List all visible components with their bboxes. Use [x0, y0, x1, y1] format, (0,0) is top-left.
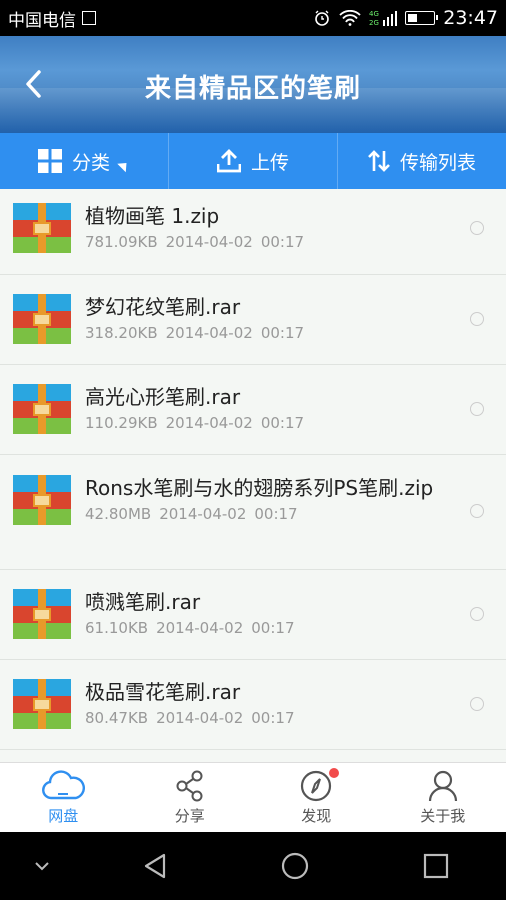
file-time: 00:17 — [260, 233, 305, 251]
file-date: 2014-04-02 — [165, 324, 253, 342]
signal-icon: 4G2G — [369, 10, 398, 27]
file-name: 高光心形笔刷.rar — [85, 385, 241, 409]
file-row[interactable]: 梦幻花纹笔刷.rar 318.20KB 2014-04-02 00:17 — [0, 275, 506, 365]
file-list: 植物画笔 1.zip 781.09KB 2014-04-02 00:17 梦幻花纹笔刷… — [0, 189, 506, 762]
file-date: 2014-04-02 — [165, 233, 253, 251]
person-icon — [428, 770, 457, 801]
compass-icon — [301, 770, 332, 801]
back-nav-button[interactable] — [84, 852, 225, 880]
upload-icon — [216, 149, 241, 173]
hide-keyboard-button[interactable] — [0, 861, 84, 871]
file-name: 梦幻花纹笔刷.rar — [85, 295, 241, 319]
file-row[interactable]: Rons水笔刷与水的翅膀系列PS笔刷.zip 42.80MB 2014-04-02 0… — [0, 455, 506, 570]
clock: 23:47 — [443, 7, 498, 29]
share-icon — [176, 770, 203, 801]
sim-icon — [82, 11, 96, 25]
file-row[interactable]: 喷溅笔刷.rar 61.10KB 2014-04-02 00:17 — [0, 570, 506, 660]
file-row[interactable]: 植物画笔 1.zip 781.09KB 2014-04-02 00:17 — [0, 189, 506, 275]
battery-icon — [405, 11, 439, 25]
nav-share[interactable]: 分享 — [127, 763, 254, 832]
nav-netdisk-label: 网盘 — [48, 806, 79, 825]
file-row[interactable]: 极品雪花笔刷.rar 80.47KB 2014-04-02 00:17 — [0, 660, 506, 750]
system-nav-bar — [0, 832, 506, 900]
select-radio[interactable] — [470, 221, 484, 235]
file-time: 00:17 — [251, 709, 295, 727]
nav-share-label: 分享 — [174, 806, 205, 825]
recents-square-icon — [423, 853, 448, 879]
archive-file-icon — [13, 475, 71, 525]
nav-netdisk[interactable]: 网盘 — [0, 763, 127, 832]
page-title: 来自精品区的笔刷 — [144, 74, 361, 104]
archive-file-icon — [13, 203, 71, 253]
bottom-nav: 网盘 分享 发现 关于我 — [0, 762, 506, 832]
file-time: 00:17 — [260, 414, 305, 432]
file-size: 781.09KB — [85, 233, 158, 251]
upload-label: 上传 — [250, 151, 289, 174]
nav-discover[interactable]: 发现 — [253, 763, 380, 832]
file-date: 2014-04-02 — [165, 414, 253, 432]
file-time: 00:17 — [254, 505, 298, 523]
file-row[interactable]: 高光心形笔刷.rar 110.29KB 2014-04-02 00:17 — [0, 365, 506, 455]
recents-nav-button[interactable] — [365, 853, 506, 879]
header: 来自精品区的笔刷 — [0, 36, 506, 133]
file-name: 极品雪花笔刷.rar — [85, 680, 241, 704]
file-size: 80.47KB — [85, 709, 149, 727]
file-time: 00:17 — [251, 619, 295, 637]
nav-about[interactable]: 关于我 — [380, 763, 506, 832]
file-size: 42.80MB — [85, 505, 152, 523]
file-date: 2014-04-02 — [156, 709, 244, 727]
file-name: 植物画笔 1.zip — [85, 204, 220, 228]
home-circle-icon — [282, 852, 309, 880]
select-radio[interactable] — [470, 697, 484, 711]
select-radio[interactable] — [470, 312, 484, 326]
archive-file-icon — [13, 384, 71, 434]
svg-text:2G: 2G — [369, 19, 379, 27]
transfer-icon — [368, 150, 390, 172]
transfer-list-button[interactable]: 传输列表 — [338, 133, 506, 189]
notification-badge — [329, 768, 339, 778]
status-bar: 中国电信 4G 2G 23:47 — [0, 0, 506, 36]
transfer-list-label: 传输列表 — [399, 151, 476, 174]
select-radio[interactable] — [470, 607, 484, 621]
chevron-down-icon — [35, 862, 49, 871]
nav-about-label: 关于我 — [420, 806, 466, 825]
cloud-icon — [42, 769, 86, 799]
grid-icon — [37, 149, 62, 173]
upload-button[interactable]: 上传 — [169, 133, 338, 189]
select-radio[interactable] — [470, 402, 484, 416]
home-nav-button[interactable] — [225, 851, 366, 881]
file-size: 110.29KB — [85, 414, 158, 432]
file-size: 318.20KB — [85, 324, 158, 342]
file-name: Rons水笔刷与水的翅膀系列PS笔刷.zip — [85, 476, 434, 500]
dropdown-triangle-icon — [117, 158, 131, 172]
file-date: 2014-04-02 — [159, 505, 247, 523]
file-date: 2014-04-02 — [156, 619, 244, 637]
toolbar: 分类 上传 传输列表 — [0, 133, 506, 189]
archive-file-icon — [13, 294, 71, 344]
carrier-name: 中国电信 — [8, 10, 76, 31]
alarm-icon — [315, 10, 330, 26]
select-radio[interactable] — [470, 504, 484, 518]
file-time: 00:17 — [260, 324, 305, 342]
nav-discover-label: 发现 — [301, 806, 332, 825]
file-name: 喷溅笔刷.rar — [85, 590, 201, 614]
archive-file-icon — [13, 679, 71, 729]
svg-text:4G: 4G — [369, 10, 379, 18]
wifi-icon — [339, 10, 361, 26]
back-triangle-icon — [144, 853, 165, 879]
category-button[interactable]: 分类 — [0, 133, 169, 189]
category-label: 分类 — [71, 151, 110, 174]
file-size: 61.10KB — [85, 619, 149, 637]
archive-file-icon — [13, 589, 71, 639]
